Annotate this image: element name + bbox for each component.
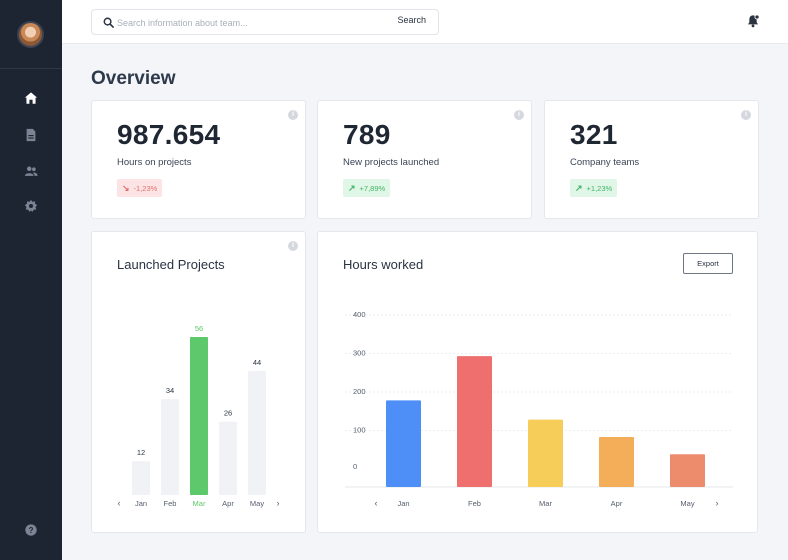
chart-bar bbox=[132, 461, 150, 495]
info-icon[interactable]: i bbox=[741, 110, 751, 120]
x-tick-label: Mar bbox=[193, 499, 206, 508]
sidebar-divider bbox=[0, 68, 62, 69]
bar-value-label: 56 bbox=[195, 324, 203, 333]
arrow-down-right-icon: ↘ bbox=[122, 182, 130, 193]
x-tick-label: Jan bbox=[135, 499, 147, 508]
settings-gear-icon[interactable] bbox=[23, 198, 39, 214]
notification-bell-icon[interactable] bbox=[746, 14, 760, 28]
stat-value: 789 bbox=[343, 119, 391, 150]
y-tick-label: 200 bbox=[353, 387, 366, 396]
chart-bar bbox=[599, 436, 634, 487]
chart-bar bbox=[248, 370, 266, 495]
stat-change-badge: ↗ +1,23% bbox=[570, 179, 618, 197]
bar-value-label: 12 bbox=[137, 448, 145, 457]
sidebar: ? bbox=[0, 0, 62, 560]
top-bar: Search bbox=[62, 0, 788, 44]
stat-card-teams: i 321 Company teams ↗ +1,23% bbox=[544, 100, 759, 219]
x-tick-label: Apr bbox=[611, 499, 623, 508]
hours-worked-chart: ‹ › 400 300 200 100 0 Jan Feb Mar Apr May bbox=[345, 310, 733, 508]
arrow-up-right-icon: ↗ bbox=[348, 182, 356, 193]
bar-value-label: 26 bbox=[224, 409, 232, 418]
info-icon[interactable]: i bbox=[514, 110, 524, 120]
stat-change-value: +7,89% bbox=[359, 183, 386, 193]
page-title: Overview bbox=[91, 68, 176, 89]
x-tick-label: May bbox=[680, 499, 694, 508]
chart-bar bbox=[219, 421, 237, 495]
x-tick-label: Jan bbox=[397, 499, 409, 508]
stat-card-hours: i 987.654 Hours on projects ↘ -1,23% bbox=[91, 100, 306, 219]
chart-prev-arrow[interactable]: ‹ bbox=[118, 498, 121, 508]
x-tick-label: Apr bbox=[222, 499, 234, 508]
y-tick-label: 300 bbox=[353, 349, 366, 358]
x-tick-label: Mar bbox=[539, 499, 552, 508]
stat-label: Hours on projects bbox=[117, 157, 192, 168]
chart-bar bbox=[528, 419, 563, 487]
search-input[interactable] bbox=[117, 14, 382, 31]
svg-text:?: ? bbox=[29, 526, 34, 535]
arrow-up-right-icon: ↗ bbox=[575, 182, 583, 193]
stat-card-projects: i 789 New projects launched ↗ +7,89% bbox=[317, 100, 532, 219]
stat-value: 321 bbox=[570, 119, 618, 150]
chart-prev-arrow[interactable]: ‹ bbox=[375, 498, 378, 508]
chart-bar bbox=[386, 400, 421, 487]
stat-change-badge: ↘ -1,23% bbox=[117, 179, 163, 197]
chart-bar bbox=[457, 356, 492, 487]
y-tick-label: 100 bbox=[353, 426, 366, 435]
x-tick-label: May bbox=[250, 499, 264, 508]
search-button[interactable]: Search bbox=[397, 15, 426, 25]
stat-label: Company teams bbox=[570, 157, 640, 168]
launched-projects-chart: ‹ › 12 Jan 34 Feb 56 Mar 26 Apr 44 May bbox=[118, 324, 280, 508]
chart-bar bbox=[190, 337, 208, 495]
stat-label: New projects launched bbox=[343, 157, 440, 168]
info-icon[interactable]: i bbox=[288, 110, 298, 120]
bar-value-label: 34 bbox=[166, 386, 174, 395]
help-icon[interactable]: ? bbox=[23, 522, 39, 538]
hours-worked-card: Hours worked Export ‹ › 400 300 200 100 0 Jan… bbox=[317, 231, 758, 533]
x-tick-label: Feb bbox=[468, 499, 481, 508]
y-tick-label: 0 bbox=[353, 462, 357, 471]
y-tick-label: 400 bbox=[353, 310, 366, 319]
document-icon[interactable] bbox=[23, 127, 39, 143]
users-icon[interactable] bbox=[23, 163, 39, 179]
stat-change-value: +1,23% bbox=[586, 183, 613, 193]
bar-value-label: 44 bbox=[253, 358, 261, 367]
avatar[interactable] bbox=[17, 21, 44, 48]
chart-next-arrow[interactable]: › bbox=[277, 498, 280, 508]
home-icon[interactable] bbox=[23, 90, 39, 106]
chart-next-arrow[interactable]: › bbox=[716, 498, 719, 508]
search-icon bbox=[103, 17, 114, 28]
launched-projects-card: i Launched Projects ‹ › 12 Jan 34 Feb 56 Mar 2… bbox=[91, 231, 306, 533]
x-tick-label: Feb bbox=[164, 499, 177, 508]
chart-bar bbox=[161, 399, 179, 495]
chart-bar bbox=[670, 454, 705, 487]
stat-change-value: -1,23% bbox=[133, 183, 158, 193]
search-box: Search bbox=[91, 9, 439, 35]
stat-value: 987.654 bbox=[117, 119, 221, 150]
stat-change-badge: ↗ +7,89% bbox=[343, 179, 391, 197]
